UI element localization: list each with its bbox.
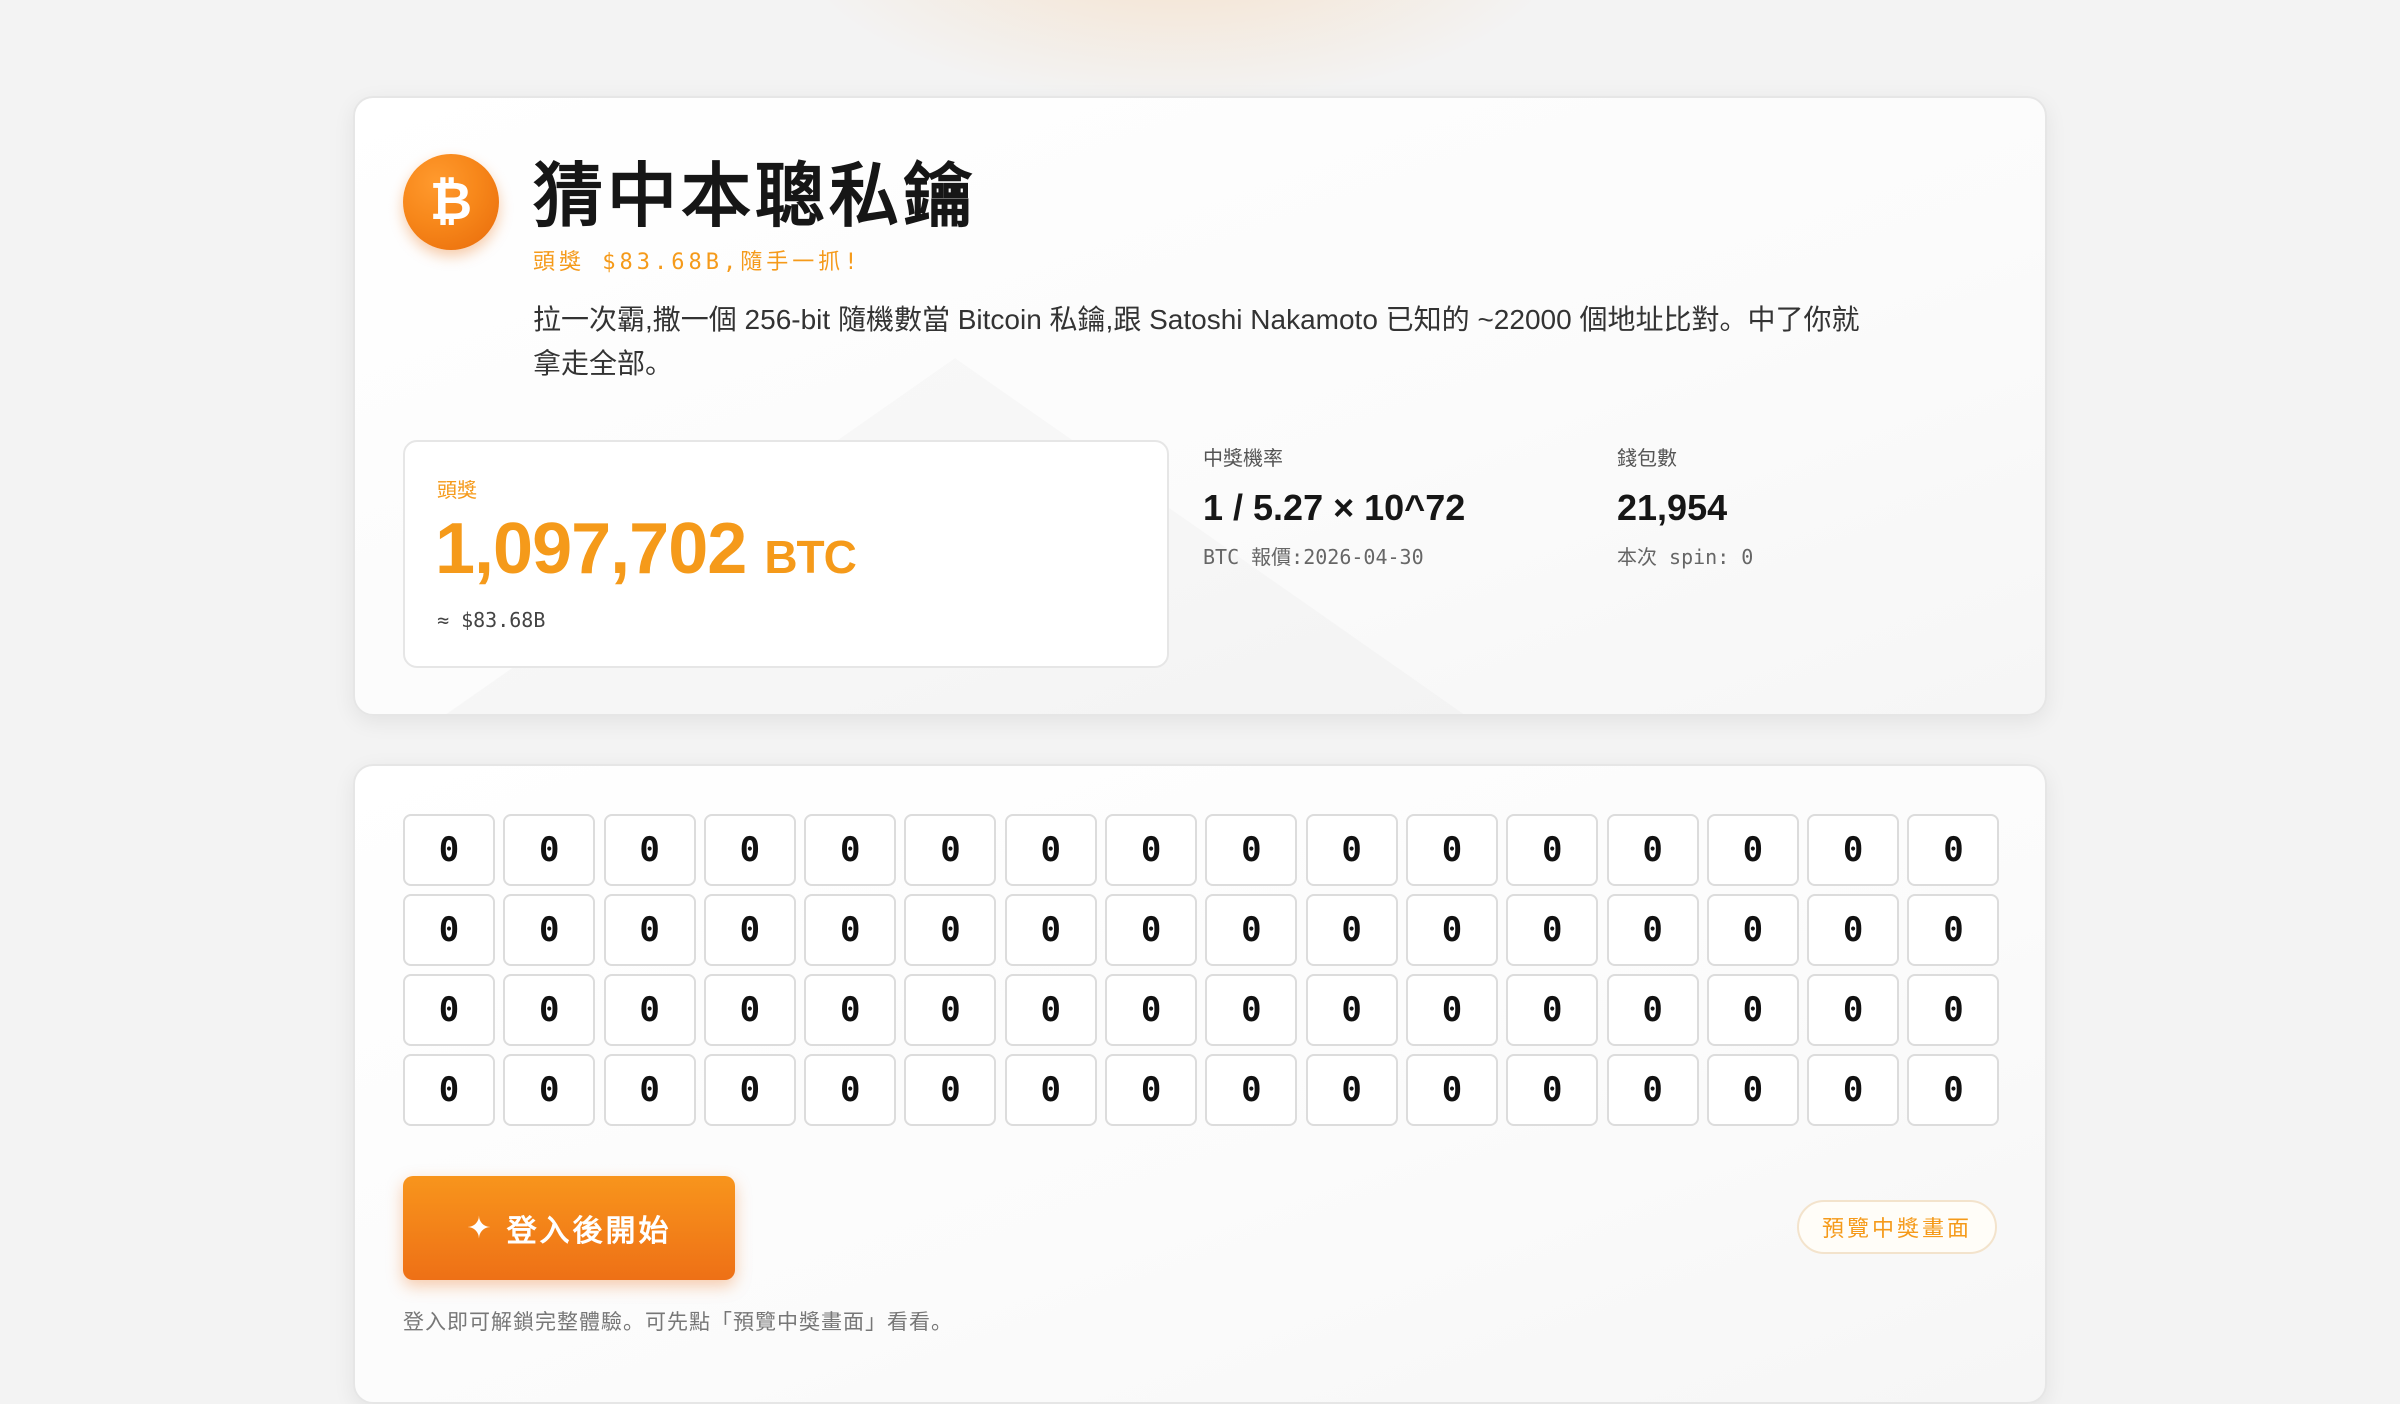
preview-win-button[interactable]: 預覽中獎畫面 xyxy=(1797,1200,1997,1254)
hex-digit-cell: 0 xyxy=(1506,974,1599,1046)
hex-digit-cell: 0 xyxy=(1205,814,1298,886)
hex-digit-cell: 0 xyxy=(1907,974,2000,1046)
hex-digit-cell: 0 xyxy=(1506,894,1599,966)
start-spin-button[interactable]: ✦ 登入後開始 xyxy=(403,1176,735,1280)
sparkle-icon: ✦ xyxy=(466,1210,495,1246)
hex-digit-cell: 0 xyxy=(1004,814,1097,886)
hex-digit-cell: 0 xyxy=(703,894,796,966)
start-spin-label: 登入後開始 xyxy=(506,1214,672,1249)
background-glow xyxy=(800,0,1560,100)
hex-digit-cell: 0 xyxy=(1706,1054,1799,1126)
hex-digit-cell: 0 xyxy=(1004,1054,1097,1126)
hex-digit-cell: 0 xyxy=(904,814,997,886)
odds-stat: 中獎機率 1 / 5.27 × 10^72 BTC 報價:2026-04-30 xyxy=(1203,442,1465,570)
hex-digit-cell: 0 xyxy=(1706,814,1799,886)
wallet-count-value: 21,954 xyxy=(1617,487,1728,528)
hex-digit-cell: 0 xyxy=(1305,814,1398,886)
hex-digit-cell: 0 xyxy=(403,974,495,1046)
jackpot-tagline: 頭獎 $83.68B,隨手一抓! xyxy=(533,250,862,275)
hex-digit-cell: 0 xyxy=(1305,894,1398,966)
hex-digit-cell: 0 xyxy=(503,1054,596,1126)
hero-card: ₿ 猜中本聰私鑰 頭獎 $83.68B,隨手一抓! 拉一次霸,撒一個 256-b… xyxy=(353,96,2047,716)
hex-digit-cell: 0 xyxy=(703,814,796,886)
hex-digit-cell: 0 xyxy=(804,974,897,1046)
hex-digit-cell: 0 xyxy=(603,1054,696,1126)
hex-digit-cell: 0 xyxy=(1506,814,1599,886)
hex-digit-cell: 0 xyxy=(1105,894,1198,966)
hex-digit-cell: 0 xyxy=(1004,894,1097,966)
bitcoin-logo-icon: ₿ xyxy=(403,154,499,250)
hex-digit-cell: 0 xyxy=(1807,974,1900,1046)
hex-digit-cell: 0 xyxy=(904,894,997,966)
wallet-count-label: 錢包數 xyxy=(1617,446,1677,470)
hex-digit-cell: 0 xyxy=(1105,974,1198,1046)
jackpot-unit: BTC xyxy=(764,531,857,583)
jackpot-amount-value: 1,097,702 xyxy=(435,509,747,589)
hex-digit-cell: 0 xyxy=(1405,1054,1498,1126)
hex-digit-cell: 0 xyxy=(1606,974,1699,1046)
hex-digit-cell: 0 xyxy=(804,1054,897,1126)
hex-digit-cell: 0 xyxy=(1105,814,1198,886)
hex-digit-cell: 0 xyxy=(1706,894,1799,966)
jackpot-panel: 頭獎 1,097,702 BTC ≈ $83.68B xyxy=(403,440,1169,668)
hex-digit-cell: 0 xyxy=(1205,974,1298,1046)
spin-count: 本次 spin: 0 xyxy=(1617,545,1754,569)
hex-digit-cell: 0 xyxy=(1205,1054,1298,1126)
hex-digit-cell: 0 xyxy=(703,974,796,1046)
hex-digit-cell: 0 xyxy=(1807,894,1900,966)
hex-digit-cell: 0 xyxy=(1706,974,1799,1046)
hex-digit-cell: 0 xyxy=(603,974,696,1046)
jackpot-label: 頭獎 xyxy=(437,478,477,502)
hex-digit-cell: 0 xyxy=(1305,974,1398,1046)
btc-price-date: BTC 報價:2026-04-30 xyxy=(1203,545,1424,569)
hex-digit-cell: 0 xyxy=(1405,814,1498,886)
hex-digit-cell: 0 xyxy=(904,1054,997,1126)
hex-digit-cell: 0 xyxy=(1004,974,1097,1046)
hex-digit-cell: 0 xyxy=(1205,894,1298,966)
login-hint: 登入即可解鎖完整體驗。可先點「預覽中獎畫面」看看。 xyxy=(403,1310,953,1334)
page-title: 猜中本聰私鑰 xyxy=(533,155,977,237)
hex-digit-cell: 0 xyxy=(1606,1054,1699,1126)
odds-label: 中獎機率 xyxy=(1203,446,1283,470)
hex-digit-grid: 0000000000000000000000000000000000000000… xyxy=(403,814,2000,1126)
hex-digit-cell: 0 xyxy=(1807,814,1900,886)
hex-digit-cell: 0 xyxy=(1506,1054,1599,1126)
jackpot-usd-value: ≈ $83.68B xyxy=(437,608,546,632)
hex-digit-cell: 0 xyxy=(603,814,696,886)
hex-digit-cell: 0 xyxy=(603,894,696,966)
jackpot-amount: 1,097,702 BTC xyxy=(435,508,857,590)
hex-digit-cell: 0 xyxy=(503,814,596,886)
slot-card: 0000000000000000000000000000000000000000… xyxy=(353,764,2047,1404)
hex-digit-cell: 0 xyxy=(804,814,897,886)
hex-digit-cell: 0 xyxy=(503,894,596,966)
hex-digit-cell: 0 xyxy=(403,814,495,886)
hex-digit-cell: 0 xyxy=(1305,1054,1398,1126)
odds-value: 1 / 5.27 × 10^72 xyxy=(1203,487,1466,528)
hex-digit-cell: 0 xyxy=(1405,974,1498,1046)
hex-digit-cell: 0 xyxy=(904,974,997,1046)
hex-digit-cell: 0 xyxy=(1105,1054,1198,1126)
wallet-count-stat: 錢包數 21,954 本次 spin: 0 xyxy=(1617,442,1753,570)
hex-digit-cell: 0 xyxy=(1606,894,1699,966)
hex-digit-cell: 0 xyxy=(1606,814,1699,886)
hex-digit-cell: 0 xyxy=(703,1054,796,1126)
hex-digit-cell: 0 xyxy=(1807,1054,1900,1126)
hex-digit-cell: 0 xyxy=(403,894,495,966)
hex-digit-cell: 0 xyxy=(1405,894,1498,966)
hex-digit-cell: 0 xyxy=(1907,814,2000,886)
hex-digit-cell: 0 xyxy=(503,974,596,1046)
hex-digit-cell: 0 xyxy=(403,1054,495,1126)
hex-digit-cell: 0 xyxy=(1907,894,2000,966)
intro-text: 拉一次霸,撒一個 256-bit 隨機數當 Bitcoin 私鑰,跟 Satos… xyxy=(533,304,1860,379)
hex-digit-cell: 0 xyxy=(1907,1054,2000,1126)
hex-digit-cell: 0 xyxy=(804,894,897,966)
